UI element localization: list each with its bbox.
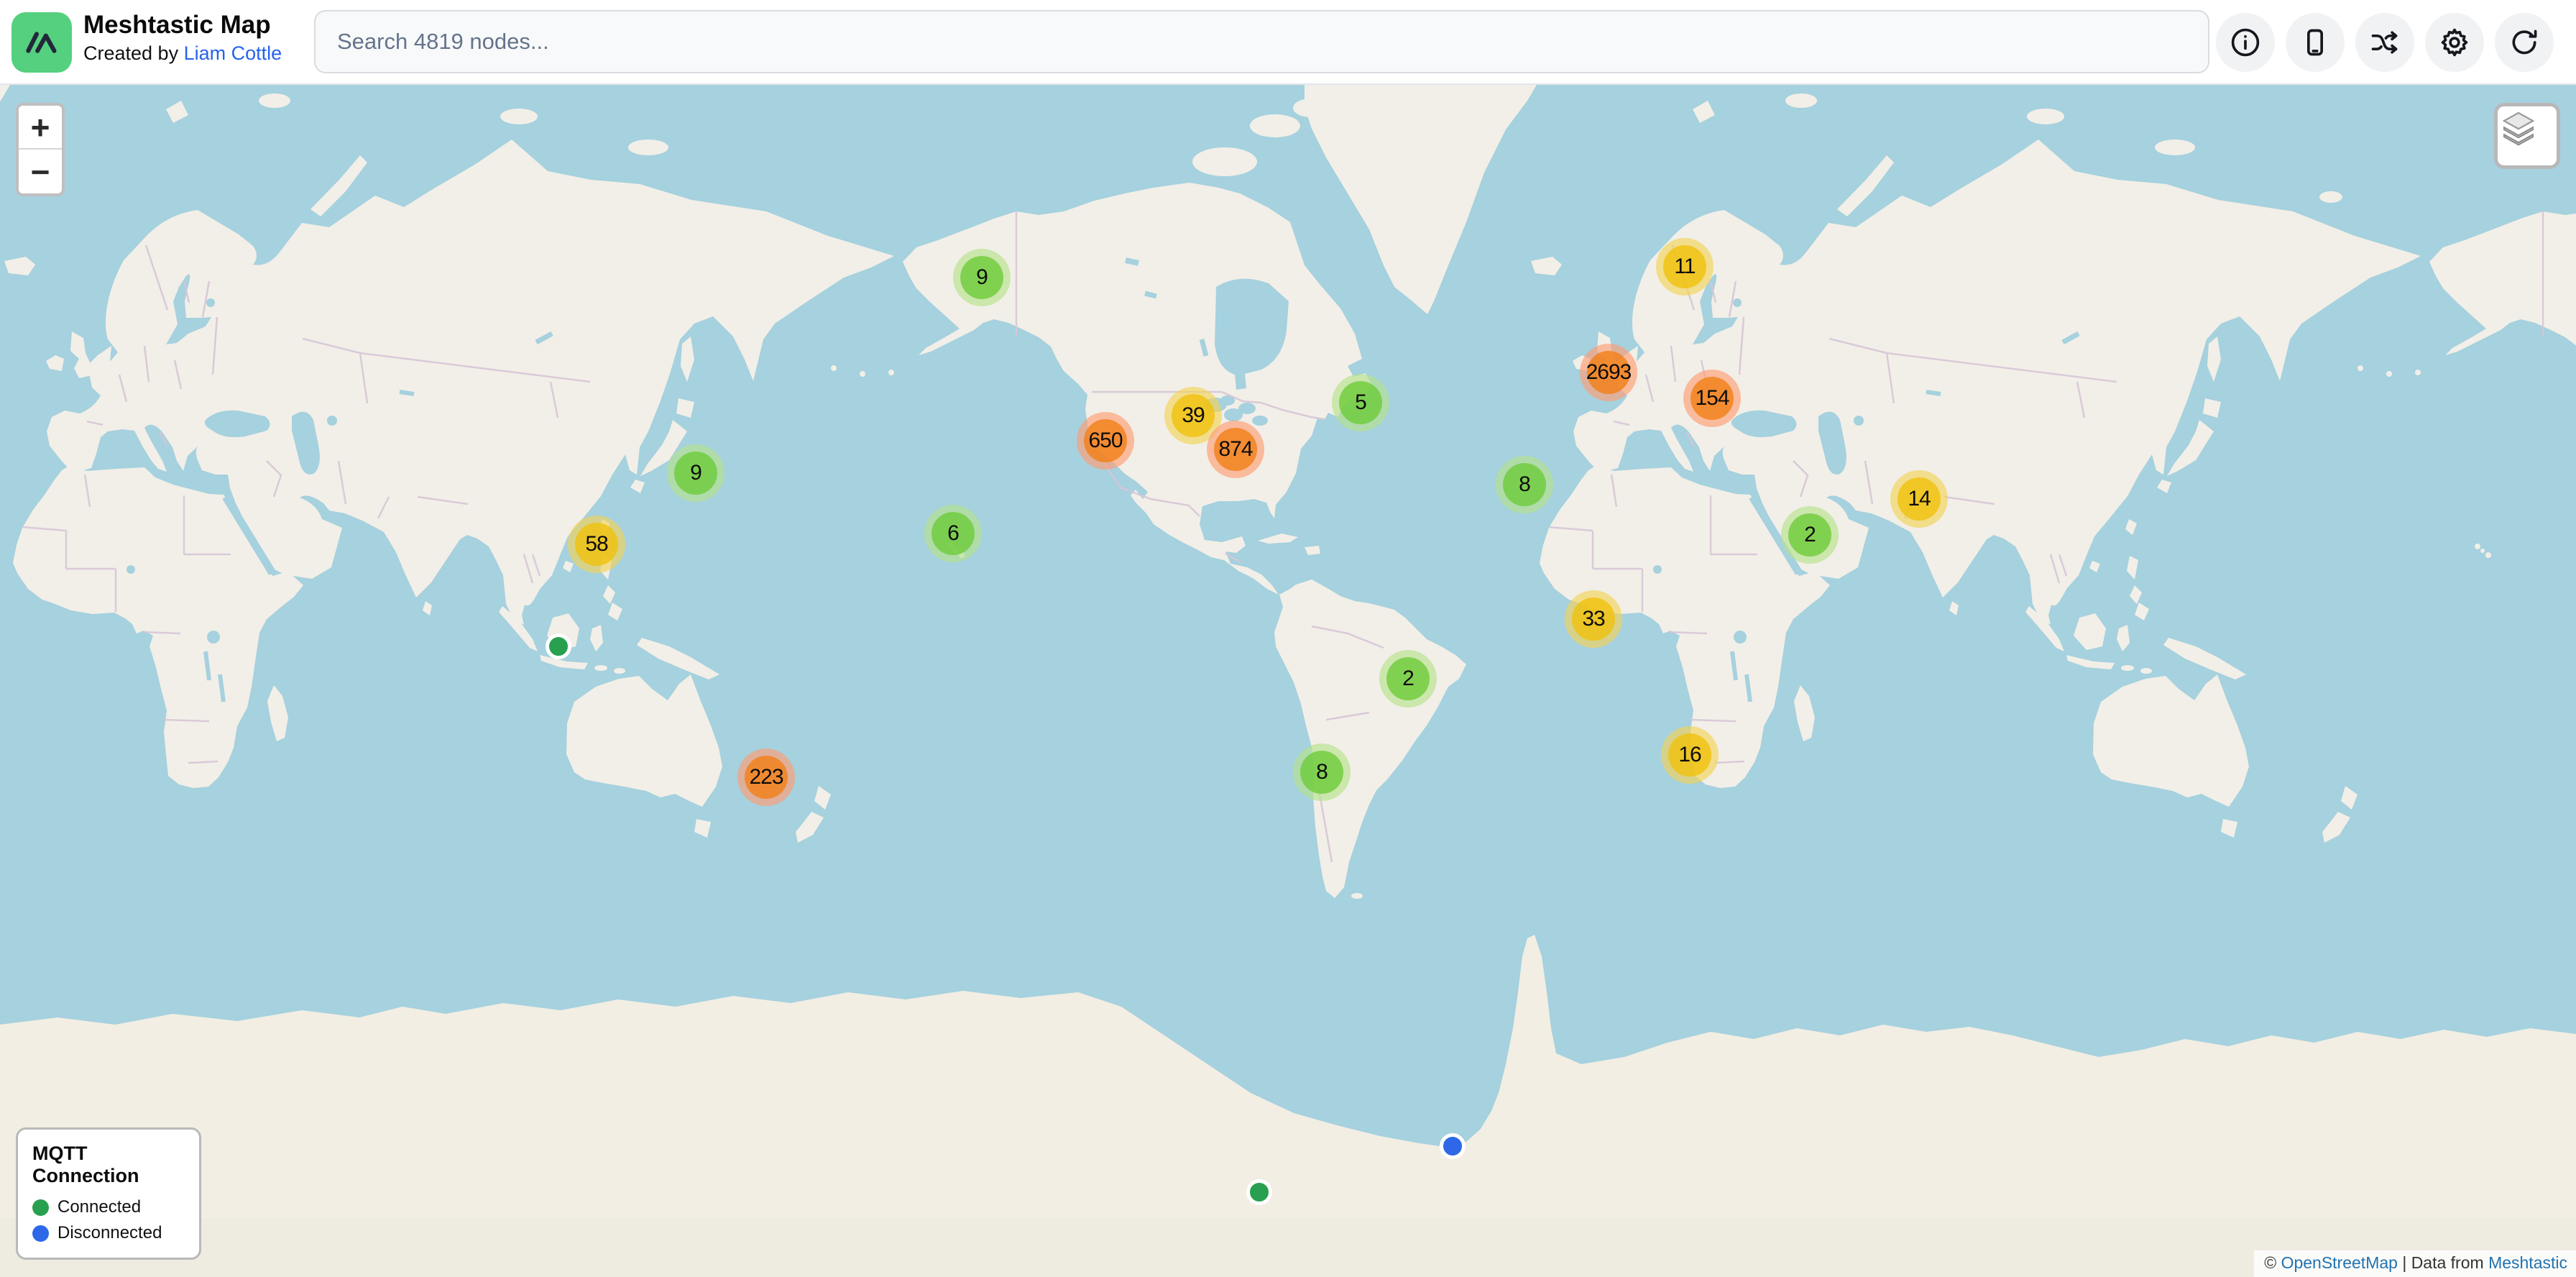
- cluster-count: 2693: [1587, 351, 1630, 394]
- mobile-app-button[interactable]: [2286, 13, 2345, 72]
- cluster-marker[interactable]: 2693: [1580, 344, 1637, 401]
- cluster-count: 11: [1663, 245, 1706, 288]
- mqtt-legend: MQTT Connection Connected Disconnected: [16, 1127, 201, 1260]
- cluster-marker[interactable]: 650: [1077, 412, 1134, 470]
- byline-prefix: Created by: [83, 42, 184, 64]
- cluster-marker[interactable]: 2: [1781, 506, 1839, 564]
- random-node-button[interactable]: [2355, 13, 2414, 72]
- info-button[interactable]: [2216, 13, 2275, 72]
- header-bar: Meshtastic Map Created by Liam Cottle: [0, 0, 2576, 85]
- cluster-count: 58: [575, 523, 618, 566]
- cluster-count: 39: [1172, 394, 1215, 437]
- cluster-count: 223: [745, 756, 788, 799]
- disconnected-dot-icon: [32, 1225, 49, 1242]
- cluster-count: 874: [1214, 428, 1257, 471]
- cluster-count: 16: [1668, 733, 1711, 777]
- cluster-count: 5: [1339, 381, 1382, 424]
- map-attribution: © OpenStreetMap | Data from Meshtastic: [2254, 1250, 2576, 1277]
- cluster-marker[interactable]: 5: [1332, 374, 1389, 431]
- cluster-count: 8: [1300, 751, 1343, 794]
- cluster-count: 9: [960, 256, 1003, 299]
- meshtastic-logo-icon: [22, 22, 62, 63]
- attribution-separator: | Data from: [2398, 1253, 2488, 1272]
- zoom-in-button[interactable]: +: [19, 106, 62, 150]
- cluster-count: 2: [1386, 657, 1430, 700]
- info-icon: [2230, 27, 2261, 58]
- refresh-button[interactable]: [2495, 13, 2554, 72]
- cluster-marker[interactable]: 8: [1293, 743, 1351, 801]
- phone-icon: [2299, 27, 2331, 58]
- cluster-layer: 9 39 650 874 5 11 2693 154 8 2 14 9 58 6 33 2 8 16 223: [0, 0, 2576, 1277]
- cluster-count: 2: [1788, 513, 1831, 557]
- settings-button[interactable]: [2425, 13, 2484, 72]
- cluster-count: 650: [1084, 419, 1127, 462]
- app: 9 39 650 874 5 11 2693 154 8 2 14 9 58 6 33 2 8 16 223 + −…: [0, 0, 2576, 1277]
- cluster-marker[interactable]: 2: [1379, 650, 1437, 708]
- legend-item-disconnected: Disconnected: [32, 1223, 185, 1243]
- byline: Created by Liam Cottle: [83, 40, 282, 66]
- author-link[interactable]: Liam Cottle: [184, 42, 282, 64]
- legend-item-connected: Connected: [32, 1197, 185, 1217]
- cluster-marker[interactable]: 14: [1890, 470, 1948, 528]
- cluster-count: 9: [674, 452, 717, 495]
- layers-control[interactable]: [2494, 103, 2560, 169]
- connected-dot-icon: [32, 1199, 49, 1216]
- cluster-marker[interactable]: 16: [1661, 726, 1719, 784]
- gear-icon: [2439, 27, 2470, 58]
- meshtastic-logo: [12, 12, 72, 73]
- page-title: Meshtastic Map: [83, 10, 282, 40]
- cluster-marker[interactable]: 8: [1496, 456, 1553, 513]
- attribution-copyright: ©: [2264, 1253, 2281, 1272]
- cluster-count: 6: [932, 512, 975, 555]
- cluster-marker[interactable]: 6: [924, 505, 982, 562]
- refresh-icon: [2508, 27, 2540, 58]
- title-block: Meshtastic Map Created by Liam Cottle: [83, 10, 282, 66]
- layers-icon: [2498, 106, 2539, 148]
- legend-title: MQTT Connection: [32, 1143, 185, 1187]
- zoom-control: + −: [16, 103, 65, 196]
- shuffle-icon: [2369, 27, 2401, 58]
- cluster-marker[interactable]: 11: [1656, 238, 1714, 296]
- cluster-count: 8: [1503, 463, 1546, 506]
- openstreetmap-link[interactable]: OpenStreetMap: [2281, 1253, 2398, 1272]
- cluster-count: 33: [1572, 598, 1615, 641]
- meshtastic-link[interactable]: Meshtastic: [2488, 1253, 2567, 1272]
- cluster-marker[interactable]: 223: [737, 749, 795, 806]
- zoom-out-button[interactable]: −: [19, 150, 62, 193]
- cluster-marker[interactable]: 33: [1565, 590, 1622, 648]
- cluster-marker[interactable]: 9: [667, 444, 724, 502]
- cluster-marker[interactable]: 874: [1207, 421, 1264, 478]
- cluster-marker[interactable]: 58: [568, 516, 625, 573]
- map-canvas[interactable]: 9 39 650 874 5 11 2693 154 8 2 14 9 58 6 33 2 8 16 223 + −…: [0, 0, 2576, 1277]
- cluster-count: 154: [1690, 377, 1734, 420]
- search-input[interactable]: [314, 10, 2209, 73]
- cluster-marker[interactable]: 9: [953, 249, 1011, 306]
- cluster-count: 14: [1898, 477, 1941, 521]
- cluster-marker[interactable]: 154: [1683, 370, 1741, 427]
